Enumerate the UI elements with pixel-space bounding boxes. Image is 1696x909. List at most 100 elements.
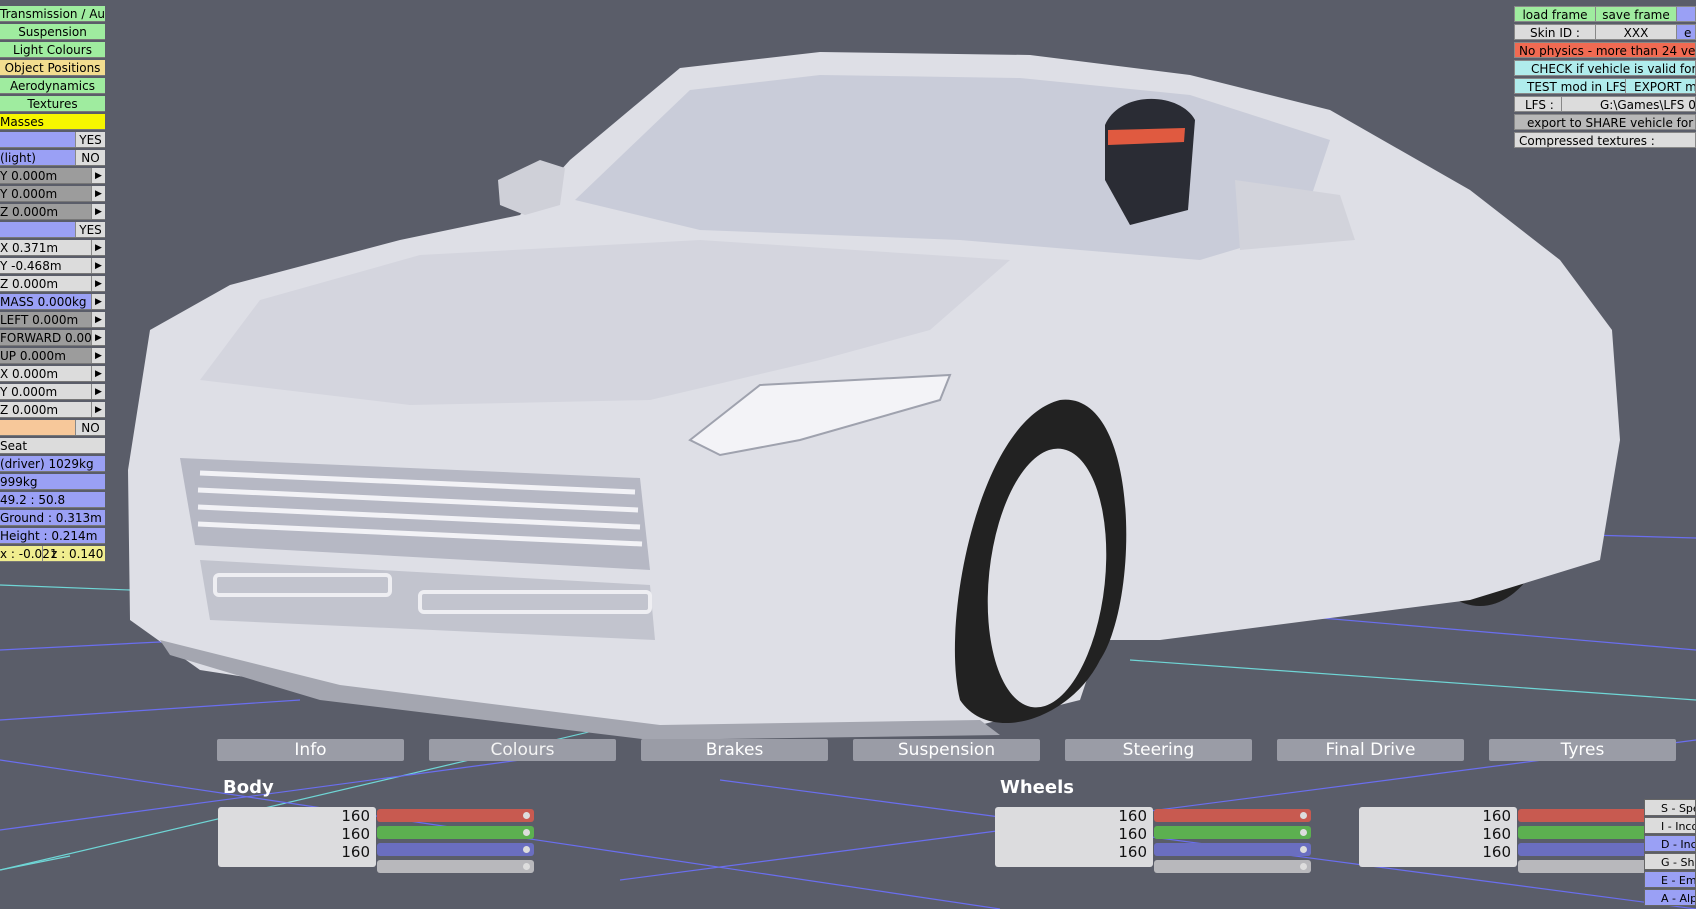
lfs-path[interactable]: G:\Games\LFS 0.7 [1561,96,1696,112]
right-arrow-icon[interactable]: ▶ [91,384,105,399]
right-arrow-icon[interactable]: ▶ [91,276,105,291]
right-arrow-icon[interactable]: ▶ [91,186,105,201]
wheels-red-value[interactable]: 160 [995,807,1153,825]
right-arrow-icon[interactable]: ▶ [91,312,105,327]
right-arrow-icon[interactable]: ▶ [91,402,105,417]
left-panel-item[interactable]: Masses [0,114,105,130]
right-arrow-icon[interactable]: ▶ [91,240,105,255]
left-panel-item[interactable]: (light) NO [0,150,105,166]
export-mod-button[interactable]: EXPORT mod [1625,78,1696,94]
toggle-value[interactable]: NO [75,420,105,435]
slider-knob[interactable] [1300,846,1307,853]
left-panel-item[interactable]: UP 0.000m ▶ [0,348,105,364]
third-blue-slider[interactable] [1518,843,1644,856]
material-button[interactable]: I - Incoming [1644,817,1696,834]
right-arrow-icon[interactable]: ▶ [91,294,105,309]
slider-knob[interactable] [523,863,530,870]
tab-brakes[interactable]: Brakes [641,739,828,761]
body-blue-value[interactable]: 160 [218,843,376,861]
skin-id-value[interactable]: XXX [1595,24,1677,40]
3d-viewport[interactable] [0,0,1696,909]
left-panel-item[interactable]: FORWARD 0.000m ▶ [0,330,105,346]
left-panel-item[interactable]: 999kg [0,474,105,490]
body-green-value[interactable]: 160 [218,825,376,843]
wheels-green-value[interactable]: 160 [995,825,1153,843]
left-panel-item[interactable]: LEFT 0.000m ▶ [0,312,105,328]
left-panel-item[interactable]: Y -0.468m ▶ [0,258,105,274]
right-arrow-icon[interactable]: ▶ [91,366,105,381]
extra-top-button[interactable] [1676,6,1696,22]
tab-colours[interactable]: Colours [429,739,616,761]
wheels-colour-values[interactable]: 160 160 160 [995,807,1153,867]
material-button[interactable]: S - Specular [1644,799,1696,816]
left-panel-item[interactable]: Y 0.000m ▶ [0,168,105,184]
toggle-value[interactable]: YES [75,132,105,147]
material-button[interactable]: G - Shininess [1644,853,1696,870]
left-panel-item[interactable]: NO [0,420,105,436]
slider-knob[interactable] [1300,812,1307,819]
third-gray-slider[interactable] [1518,860,1644,873]
third-red-value[interactable]: 160 [1359,807,1517,825]
toggle-value[interactable]: NO [75,150,105,165]
tab-tyres[interactable]: Tyres [1489,739,1676,761]
tab-suspension[interactable]: Suspension [853,739,1040,761]
right-arrow-icon[interactable]: ▶ [91,204,105,219]
save-frame-button[interactable]: save frame [1595,6,1677,22]
left-panel-item[interactable]: Textures [0,96,105,112]
left-panel-item[interactable]: Z 0.000m ▶ [0,204,105,220]
tab-info[interactable]: Info [217,739,404,761]
right-arrow-icon[interactable]: ▶ [91,330,105,345]
third-blue-value[interactable]: 160 [1359,843,1517,861]
left-panel-item[interactable]: X 0.000m ▶ [0,366,105,382]
third-colour-values[interactable]: 160 160 160 [1359,807,1517,867]
extra-button[interactable]: e [1676,24,1696,40]
body-red-slider[interactable] [377,809,534,822]
load-frame-button[interactable]: load frame [1514,6,1596,22]
body-gray-slider[interactable] [377,860,534,873]
wheels-red-slider[interactable] [1154,809,1311,822]
right-arrow-icon[interactable]: ▶ [91,168,105,183]
slider-knob[interactable] [523,846,530,853]
third-green-value[interactable]: 160 [1359,825,1517,843]
left-panel-item[interactable]: Y 0.000m ▶ [0,384,105,400]
left-panel-item[interactable]: x : -0.021z : 0.140 [0,546,105,562]
left-panel-item[interactable]: YES [0,222,105,238]
test-mod-button[interactable]: TEST mod in LFS [1514,78,1626,94]
left-panel-item[interactable]: X 0.371m ▶ [0,240,105,256]
slider-knob[interactable] [523,829,530,836]
material-button[interactable]: D - Incidence [1644,835,1696,852]
tab-final-drive[interactable]: Final Drive [1277,739,1464,761]
body-colour-values[interactable]: 160 160 160 [218,807,376,867]
left-panel-item[interactable]: 49.2 : 50.8 [0,492,105,508]
left-panel-item[interactable]: Z 0.000m ▶ [0,402,105,418]
third-red-slider[interactable] [1518,809,1644,822]
body-green-slider[interactable] [377,826,534,839]
body-red-value[interactable]: 160 [218,807,376,825]
left-panel-item[interactable]: (driver) 1029kg [0,456,105,472]
right-arrow-icon[interactable]: ▶ [91,348,105,363]
tab-steering[interactable]: Steering [1065,739,1252,761]
share-export-button[interactable]: export to SHARE vehicle for development [1514,114,1696,130]
left-panel-item[interactable]: Z 0.000m ▶ [0,276,105,292]
third-green-slider[interactable] [1518,826,1644,839]
left-panel-item[interactable]: Suspension [0,24,105,40]
material-button[interactable]: A - Alpha [1644,889,1696,906]
left-panel-item[interactable]: Transmission / Audio [0,6,105,22]
check-vehicle-button[interactable]: CHECK if vehicle is valid for mod [1514,60,1696,76]
left-panel-item[interactable]: Aerodynamics [0,78,105,94]
body-blue-slider[interactable] [377,843,534,856]
wheels-blue-value[interactable]: 160 [995,843,1153,861]
left-panel-item[interactable]: Seat [0,438,105,454]
right-arrow-icon[interactable]: ▶ [91,258,105,273]
left-panel-item[interactable]: YES [0,132,105,148]
wheels-green-slider[interactable] [1154,826,1311,839]
slider-knob[interactable] [523,812,530,819]
left-panel-item[interactable]: Height : 0.214m [0,528,105,544]
wheels-blue-slider[interactable] [1154,843,1311,856]
wheels-gray-slider[interactable] [1154,860,1311,873]
left-panel-item[interactable]: Light Colours [0,42,105,58]
material-button[interactable]: E - Emissive [1644,871,1696,888]
toggle-value[interactable]: YES [75,222,105,237]
slider-knob[interactable] [1300,863,1307,870]
left-panel-item[interactable]: Y 0.000m ▶ [0,186,105,202]
